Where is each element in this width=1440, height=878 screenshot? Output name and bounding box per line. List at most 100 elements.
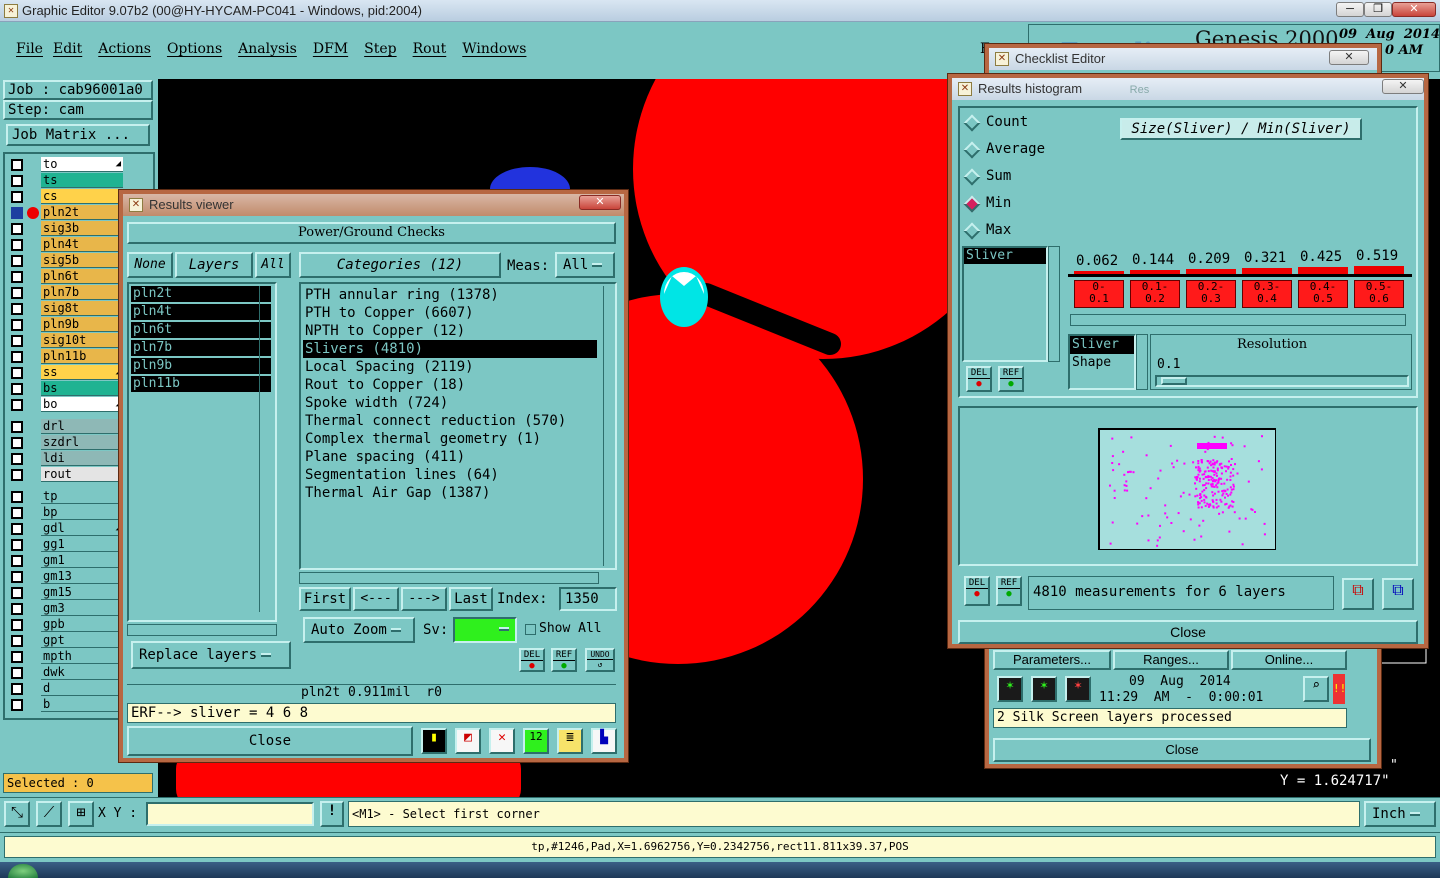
layer-checkbox[interactable]	[11, 491, 23, 503]
checklist-close-button[interactable]: Close	[993, 738, 1371, 762]
layer-checkbox[interactable]	[11, 319, 23, 331]
layer-row[interactable]: sig5b	[9, 253, 123, 269]
prev-button[interactable]: <---	[353, 587, 399, 611]
measure-icon[interactable]: ⟋	[36, 801, 62, 827]
replace-layers-select[interactable]: Replace layers	[131, 641, 291, 669]
menu-file[interactable]: File	[16, 41, 43, 57]
attribute-list[interactable]: Sliver Shape	[1068, 334, 1136, 390]
category-item[interactable]: Rout to Copper (18)	[303, 376, 597, 394]
layer-checkbox[interactable]	[11, 191, 23, 203]
category-item[interactable]: Thermal connect reduction (570)	[303, 412, 597, 430]
layer-row[interactable]: dwk	[9, 665, 123, 681]
category-item[interactable]: NPTH to Copper (12)	[303, 322, 597, 340]
category-item[interactable]: PTH annular ring (1378)	[303, 286, 597, 304]
histogram-close-button[interactable]: Close	[958, 620, 1418, 644]
layer-row[interactable]: sig8t	[9, 301, 123, 317]
layer-checkbox[interactable]	[11, 539, 23, 551]
layer-row[interactable]: bs	[9, 381, 123, 397]
job-matrix-button[interactable]: Job Matrix ...	[6, 124, 150, 146]
menu-actions[interactable]: Actions	[98, 41, 151, 57]
del-button[interactable]: DEL ●	[519, 648, 545, 672]
results-viewer-close-button[interactable]: Close	[127, 726, 413, 756]
export-left-icon[interactable]: ⧉	[1342, 578, 1374, 610]
layer-row[interactable]: gm15	[9, 585, 123, 601]
layer-row[interactable]: pln7b	[9, 285, 123, 301]
categories-hscroll[interactable]	[299, 572, 599, 584]
layer-row[interactable]: gdl◢	[9, 521, 123, 537]
menu-step[interactable]: Step	[364, 41, 396, 57]
attribute-item[interactable]: Shape	[1070, 354, 1134, 372]
category-item[interactable]: Segmentation lines (64)	[303, 466, 597, 484]
layer-checkbox[interactable]	[11, 453, 23, 465]
histogram-bar[interactable]	[1354, 266, 1404, 274]
layer-checkbox[interactable]	[11, 587, 23, 599]
layer-row[interactable]: gm3	[9, 601, 123, 617]
layer-row[interactable]: bp	[9, 505, 123, 521]
layer-checkbox[interactable]	[11, 351, 23, 363]
layer-checkbox[interactable]	[11, 437, 23, 449]
category-item[interactable]: Thermal Air Gap (1387)	[303, 484, 597, 502]
auto-zoom-select[interactable]: Auto Zoom	[303, 617, 415, 643]
layer-row[interactable]: bo◢	[9, 397, 123, 413]
layer-checkbox[interactable]	[11, 555, 23, 567]
layer-checkbox[interactable]	[11, 635, 23, 647]
run-all-icon[interactable]: ✶	[1031, 676, 1057, 702]
info-icon[interactable]: !	[320, 801, 344, 827]
mode-option-count[interactable]: Count	[962, 112, 1058, 134]
layer-row[interactable]: tp	[9, 489, 123, 505]
number-tool-icon[interactable]: 12	[523, 728, 549, 754]
layer-checkbox[interactable]	[11, 271, 23, 283]
layer-row[interactable]: gpb	[9, 617, 123, 633]
histogram-tool-icon[interactable]: ▙	[591, 728, 617, 754]
layer-checkbox[interactable]	[11, 683, 23, 695]
highlight-tool-icon[interactable]: ▮	[421, 728, 447, 754]
units-select[interactable]: Inch	[1364, 801, 1436, 827]
select-tool-icon[interactable]: ◩	[455, 728, 481, 754]
layer-checkbox[interactable]	[11, 651, 23, 663]
layer-row[interactable]: szdrl	[9, 435, 123, 451]
start-orb-icon[interactable]	[8, 864, 38, 878]
category-item[interactable]: PTH to Copper (6607)	[303, 304, 597, 322]
none-button[interactable]: None	[127, 252, 173, 278]
result-layer-item[interactable]: pln11b	[131, 376, 271, 392]
mode-option-min[interactable]: Min	[962, 193, 1058, 215]
next-button[interactable]: --->	[401, 587, 447, 611]
layer-row[interactable]: pln2t	[9, 205, 123, 221]
stop-check-icon[interactable]: ✶	[1065, 676, 1091, 702]
layer-checkbox[interactable]	[11, 699, 23, 711]
resolution-slider-thumb[interactable]	[1161, 377, 1187, 385]
severity-select[interactable]	[453, 617, 517, 643]
category-item[interactable]: Plane spacing (411)	[303, 448, 597, 466]
result-layer-item[interactable]: pln4t	[131, 304, 271, 320]
metric-list[interactable]: Sliver	[962, 246, 1048, 362]
layer-row[interactable]: mpth	[9, 649, 123, 665]
layer-row[interactable]: sig10t	[9, 333, 123, 349]
category-item[interactable]: Local Spacing (2119)	[303, 358, 597, 376]
layer-checkbox[interactable]	[11, 421, 23, 433]
layer-list-hscroll[interactable]	[127, 624, 277, 636]
layer-checkbox[interactable]	[11, 507, 23, 519]
first-button[interactable]: First	[299, 587, 351, 611]
layer-checkbox[interactable]	[11, 667, 23, 679]
layer-checkbox[interactable]	[11, 239, 23, 251]
layer-checkbox[interactable]	[11, 619, 23, 631]
undo-button[interactable]: UNDO ↺	[585, 648, 615, 672]
layer-checkbox[interactable]	[11, 571, 23, 583]
histogram-ref-button[interactable]: REF ●	[998, 366, 1024, 392]
minimize-button[interactable]: ─	[1336, 2, 1364, 17]
category-item[interactable]: Complex thermal geometry (1)	[303, 430, 597, 448]
layer-row[interactable]: pln6t	[9, 269, 123, 285]
close-window-button[interactable]: ✕	[1392, 2, 1436, 17]
layer-row[interactable]: rout	[9, 467, 123, 483]
layer-row[interactable]: b	[9, 697, 123, 713]
histogram-close-x[interactable]: ✕	[1382, 79, 1424, 94]
layer-row[interactable]: pln4t	[9, 237, 123, 253]
export-right-icon[interactable]: ⧉	[1382, 578, 1414, 610]
layer-checkbox[interactable]	[11, 175, 23, 187]
layer-checkbox[interactable]	[11, 399, 23, 411]
layer-checkbox[interactable]	[11, 287, 23, 299]
layer-checkbox[interactable]	[11, 255, 23, 267]
xy-input[interactable]	[146, 802, 314, 826]
layer-checkbox[interactable]	[11, 303, 23, 315]
layer-row[interactable]: drl	[9, 419, 123, 435]
